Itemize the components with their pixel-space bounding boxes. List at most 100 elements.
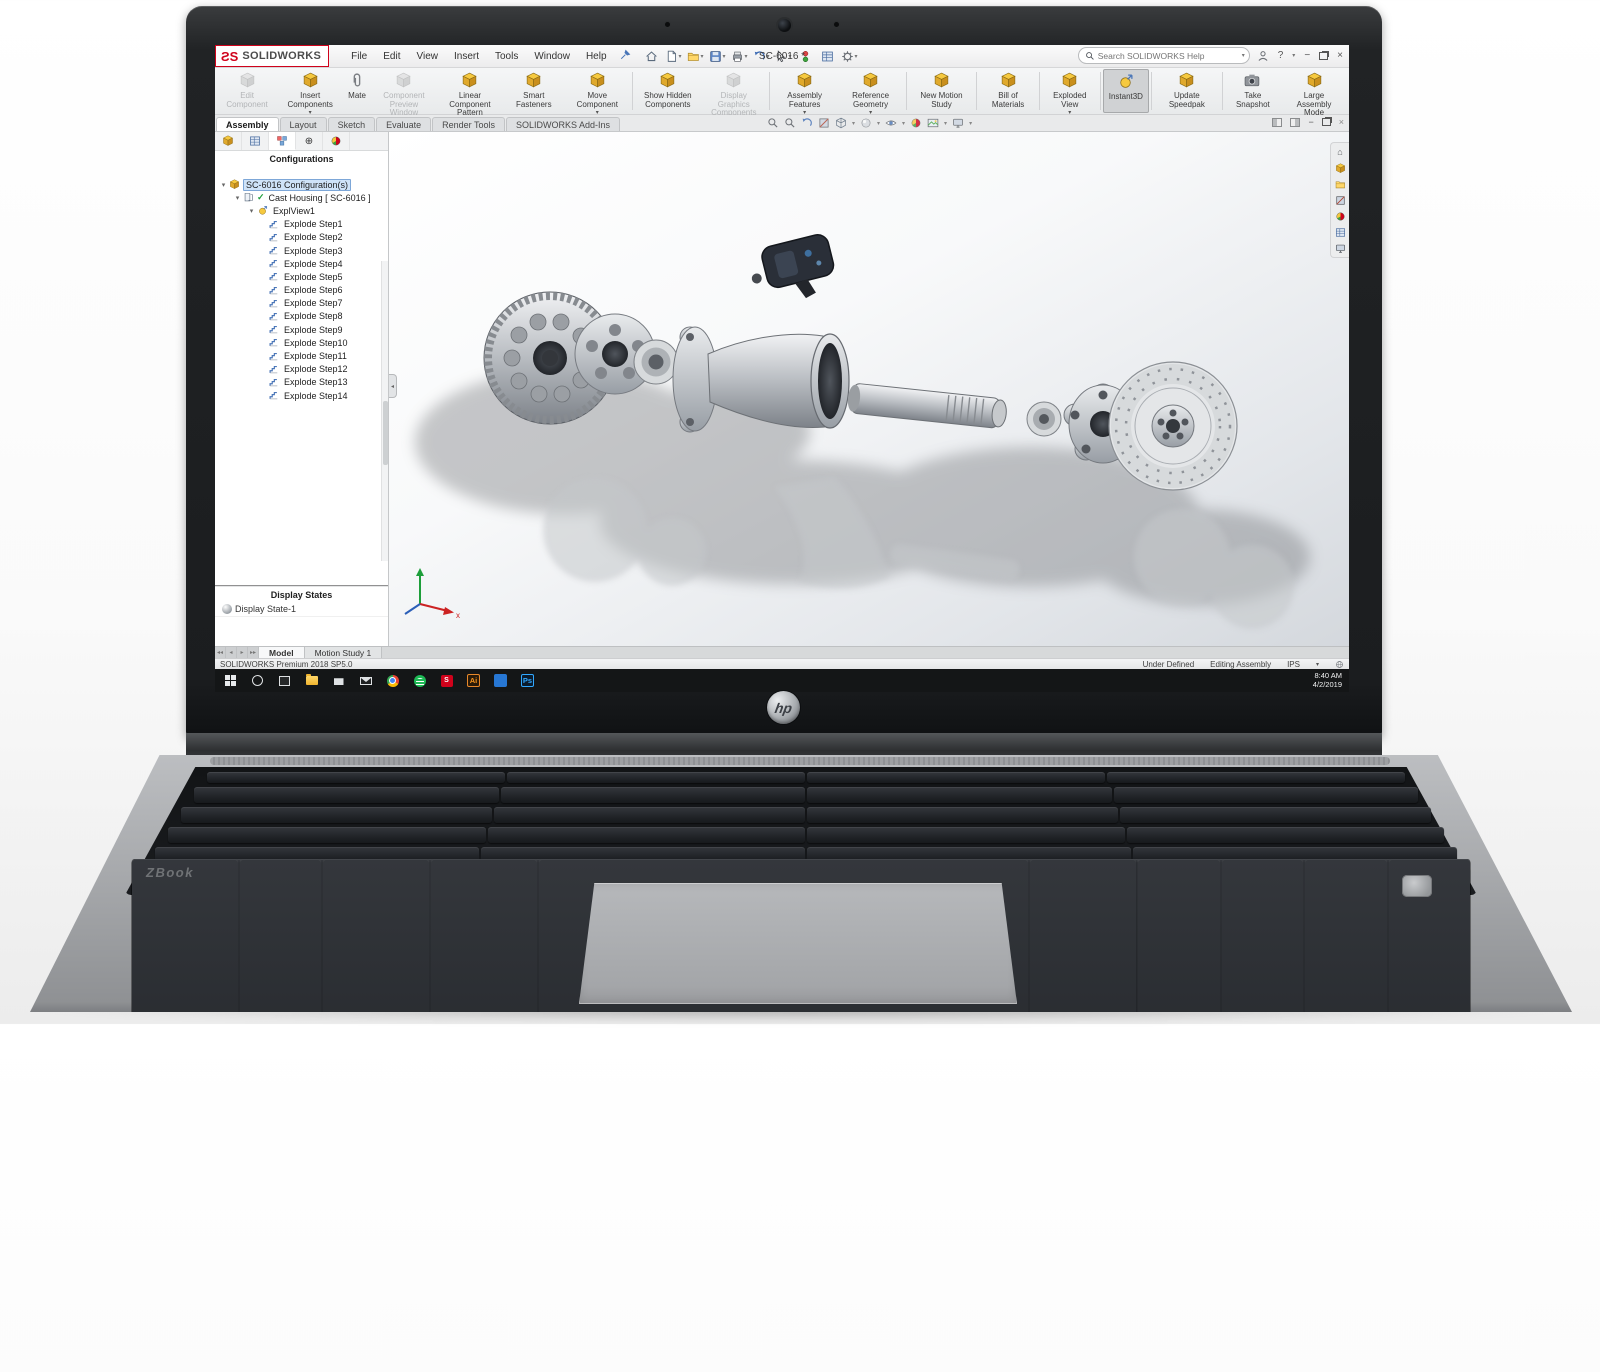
previous-view-icon[interactable] (801, 117, 813, 129)
toolbar-new-motion-study[interactable]: New Motion Study (908, 69, 974, 113)
ribbon-tab-sketch[interactable]: Sketch (328, 117, 376, 131)
toolbar-smart-fasteners[interactable]: Smart Fasteners (503, 69, 565, 113)
view-orientation-icon[interactable] (835, 117, 847, 129)
tree-explode-step[interactable]: Explode Step1 (215, 218, 388, 231)
menu-view[interactable]: View (408, 51, 446, 62)
units-caret-icon[interactable]: ▾ (1316, 661, 1319, 668)
search-input[interactable] (1098, 51, 1239, 61)
print-button[interactable]: ▾ (729, 47, 750, 65)
tree-explode-step[interactable]: Explode Step12 (215, 363, 388, 376)
save-button[interactable]: ▾ (707, 47, 728, 65)
ribbon-tab-render-tools[interactable]: Render Tools (432, 117, 505, 131)
ribbon-tab-solidworks-add-ins[interactable]: SOLIDWORKS Add-Ins (506, 117, 620, 131)
ribbon-tab-evaluate[interactable]: Evaluate (376, 117, 431, 131)
task-view-button[interactable] (271, 669, 298, 692)
tree-explode-step[interactable]: Explode Step8 (215, 310, 388, 323)
toolbar-insert-components[interactable]: Insert Components▾ (277, 69, 343, 113)
tree-explode-step[interactable]: Explode Step13 (215, 376, 388, 389)
menu-tools[interactable]: Tools (487, 51, 526, 62)
tree-explode-step[interactable]: Explode Step6 (215, 284, 388, 297)
tree-root[interactable]: ▾ SC-6016 Configuration(s) (215, 178, 388, 191)
help-caret-icon[interactable]: ▾ (1292, 52, 1295, 59)
panel-scrollbar[interactable] (381, 261, 388, 561)
ribbon-tab-assembly[interactable]: Assembly (216, 117, 279, 131)
cortana-button[interactable] (244, 669, 271, 692)
taskbar-clock[interactable]: 8:40 AM 4/2/2019 (1313, 672, 1349, 689)
toolbar-assembly-features[interactable]: Assembly Features▾ (772, 69, 838, 113)
tree-explode-step[interactable]: Explode Step4 (215, 257, 388, 270)
previous-window-icon[interactable] (1272, 118, 1282, 127)
zoom-area-icon[interactable] (784, 117, 796, 129)
blue-app-icon[interactable] (487, 669, 514, 692)
toolbar-exploded-view[interactable]: Exploded View▾ (1042, 69, 1098, 113)
zoom-fit-icon[interactable] (767, 117, 779, 129)
tree-explode-step[interactable]: Explode Step9 (215, 323, 388, 336)
chrome-icon[interactable] (379, 669, 406, 692)
view-settings-icon[interactable] (952, 117, 964, 129)
apply-scene-icon[interactable] (927, 117, 939, 129)
next-tab-icon[interactable]: ▸ (237, 647, 248, 658)
menu-file[interactable]: File (343, 51, 375, 62)
sign-in-icon[interactable] (1257, 50, 1269, 62)
toolbar-update-speedpak[interactable]: Update Speedpak (1154, 69, 1220, 113)
tree-explode-step[interactable]: Explode Step14 (215, 389, 388, 402)
display-state-item[interactable]: Display State-1 (215, 602, 388, 616)
custom-properties-tab-icon[interactable] (1332, 225, 1348, 239)
toolbar-reference-geometry[interactable]: Reference Geometry▾ (838, 69, 904, 113)
toolbar-take-snapshot[interactable]: Take Snapshot (1225, 69, 1281, 113)
close-button[interactable]: × (1335, 50, 1345, 61)
tree-explode-step[interactable]: Explode Step5 (215, 270, 388, 283)
graphics-viewport[interactable]: x ◂ ⌂ (389, 132, 1349, 646)
units-selector[interactable]: IPS (1287, 660, 1300, 669)
tab-dimxpertmanager[interactable]: ⊕ (296, 132, 323, 150)
prev-tab-icon[interactable]: ◂ (226, 647, 237, 658)
design-library-tab-icon[interactable] (1332, 161, 1348, 175)
toolbar-linear-component-pattern[interactable]: Linear Component Pattern▾ (437, 69, 503, 113)
tree-explview[interactable]: ▾ ExplView1 (215, 204, 388, 217)
toolbar-show-hidden-components[interactable]: Show Hidden Components (635, 69, 701, 113)
home-button[interactable] (641, 47, 662, 65)
store-icon[interactable] (325, 669, 352, 692)
tab-displaymanager[interactable] (323, 132, 350, 150)
spotify-icon[interactable] (406, 669, 433, 692)
appearances-tab-icon[interactable] (1332, 209, 1348, 223)
solidworks-taskbar-icon[interactable]: S (433, 669, 460, 692)
doc-close-button[interactable]: × (1339, 117, 1344, 127)
options-button[interactable]: ▾ (839, 47, 860, 65)
tree-explode-step[interactable]: Explode Step7 (215, 297, 388, 310)
toolbar-large-assembly-mode[interactable]: Large Assembly Mode (1281, 69, 1347, 113)
minimize-button[interactable]: − (1302, 50, 1312, 61)
search-box[interactable]: ▾ (1078, 47, 1250, 64)
file-explorer-tab-icon[interactable] (1332, 177, 1348, 191)
toolbar-instant3d[interactable]: Instant3D (1103, 69, 1149, 113)
tab-featuremanager[interactable] (215, 132, 242, 150)
toolbar-mate[interactable]: Mate (343, 69, 371, 113)
tree-explode-step[interactable]: Explode Step3 (215, 244, 388, 257)
system-tray[interactable]: 8:40 AM 4/2/2019 (1313, 672, 1349, 689)
hide-show-items-icon[interactable] (885, 117, 897, 129)
edit-appearance-icon[interactable] (910, 117, 922, 129)
doc-minimize-button[interactable]: − (1308, 117, 1313, 127)
file-properties-button[interactable] (817, 47, 838, 65)
doc-restore-button[interactable] (1322, 118, 1331, 126)
search-caret-icon[interactable]: ▾ (1242, 52, 1245, 59)
section-view-icon[interactable] (818, 117, 830, 129)
menu-edit[interactable]: Edit (375, 51, 408, 62)
tab-propertymanager[interactable] (242, 132, 269, 150)
resources-tab-icon[interactable]: ⌂ (1332, 145, 1348, 159)
tree-explode-step[interactable]: Explode Step10 (215, 336, 388, 349)
pin-icon[interactable] (619, 49, 631, 63)
collapse-icon[interactable]: ▾ (219, 181, 228, 189)
collapse-icon[interactable]: ▾ (233, 194, 242, 202)
mail-icon[interactable] (352, 669, 379, 692)
menu-window[interactable]: Window (526, 51, 578, 62)
restore-button[interactable] (1319, 52, 1328, 60)
tab-motion-study[interactable]: Motion Study 1 (305, 647, 383, 658)
illustrator-icon[interactable]: Ai (460, 669, 487, 692)
start-button[interactable] (217, 669, 244, 692)
help-button[interactable]: ? (1276, 50, 1286, 61)
menu-help[interactable]: Help (578, 51, 615, 62)
new-document-button[interactable]: ▾ (663, 47, 684, 65)
file-explorer-icon[interactable] (298, 669, 325, 692)
photoshop-icon[interactable]: Ps (514, 669, 541, 692)
